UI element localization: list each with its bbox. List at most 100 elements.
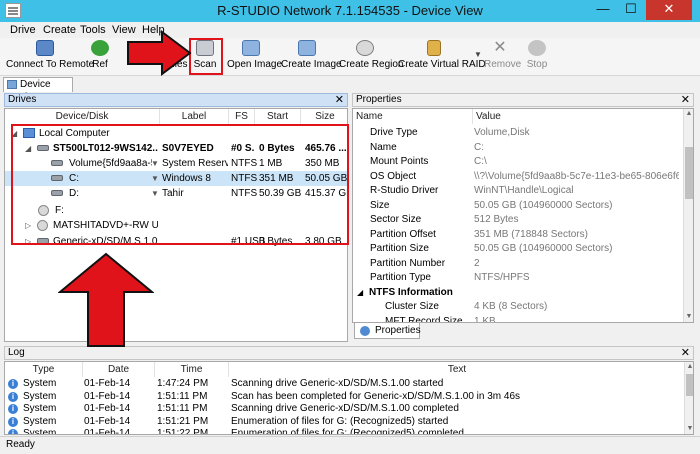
log-date: 01-Feb-14 (84, 415, 131, 427)
log-row[interactable]: i System 01-Feb-14 1:51:11 PM Scan has been … (5, 391, 685, 404)
scroll-down-icon[interactable]: ▼ (684, 312, 693, 322)
property-row[interactable]: Sector Size 512 Bytes (353, 213, 679, 228)
property-name: OS Object (370, 170, 417, 182)
toolbar: Connect To Remote Ref Files Scan Open Im… (0, 38, 700, 76)
col-start[interactable]: Start (255, 109, 301, 124)
col-log-type[interactable]: Type (5, 362, 83, 377)
col-fs[interactable]: FS (229, 109, 255, 124)
open-image-button[interactable]: Open Image (227, 40, 282, 74)
property-name: Cluster Size (385, 301, 439, 312)
log-panel-header: Log ✕ (4, 346, 694, 360)
collapse-triangle-icon[interactable]: ◢ (357, 286, 363, 300)
col-log-date[interactable]: Date (83, 362, 155, 377)
drives-panel-header: Drives ✕ (4, 93, 348, 107)
property-row[interactable]: Partition Type NTFS/HPFS (353, 271, 679, 286)
col-prop-value[interactable]: Value (473, 109, 683, 124)
col-log-text[interactable]: Text (229, 362, 685, 377)
scroll-up-icon[interactable]: ▲ (685, 362, 693, 372)
properties-scrollbar[interactable]: ▲ ▼ (683, 109, 693, 322)
property-row[interactable]: Name C: (353, 141, 679, 156)
col-prop-name[interactable]: Name (353, 109, 473, 124)
minimize-button[interactable]: — (590, 0, 616, 20)
menu-create[interactable]: Create (43, 24, 76, 36)
scroll-thumb[interactable] (686, 374, 693, 396)
property-name: Drive Type (370, 127, 418, 138)
create-image-button[interactable]: Create Image (281, 40, 342, 74)
create-image-icon (298, 40, 316, 56)
property-name: MFT Record Size (385, 315, 463, 323)
property-value: 50.05 GB (104960000 Sectors) (474, 199, 613, 211)
scroll-down-icon[interactable]: ▼ (685, 424, 693, 434)
annotation-arrow-right (127, 30, 192, 76)
property-row[interactable]: Mount Points C:\ (353, 155, 679, 170)
properties-panel-title: Properties (356, 94, 402, 105)
property-value: 50.05 GB (104960000 Sectors) (474, 243, 613, 254)
remove-label: Remove (484, 59, 522, 70)
property-name: NTFS Information (369, 286, 453, 298)
device-view-icon (7, 80, 17, 89)
property-row[interactable]: MFT Record Size 1 KB (353, 315, 679, 323)
scroll-up-icon[interactable]: ▲ (684, 109, 693, 119)
log-scrollbar[interactable]: ▲ ▼ (684, 362, 693, 434)
col-size[interactable]: Size (301, 109, 347, 124)
create-region-label: Create Region (339, 59, 404, 70)
scroll-thumb[interactable] (685, 147, 693, 199)
raid-dropdown-arrow-icon[interactable]: ▼ (474, 50, 482, 59)
property-row[interactable]: R-Studio Driver WinNT\Handle\Logical (353, 184, 679, 199)
refresh-button[interactable]: Ref (88, 40, 112, 74)
property-row[interactable]: ◢ NTFS Information (353, 286, 679, 301)
property-value: C: (474, 141, 484, 153)
create-virtual-raid-button[interactable]: Create Virtual RAID (398, 40, 486, 74)
property-row[interactable]: Partition Size 50.05 GB (104960000 Sector… (353, 242, 679, 257)
menu-drive[interactable]: Drive (10, 24, 36, 36)
connect-to-remote-button[interactable]: Connect To Remote (6, 40, 94, 74)
tab-properties[interactable]: Properties (354, 323, 421, 339)
property-value: 4 KB (8 Sectors) (474, 301, 548, 312)
property-name: Size (370, 199, 390, 211)
log-date: 01-Feb-14 (84, 378, 131, 389)
property-row[interactable]: Drive Type Volume,Disk (353, 126, 679, 141)
scan-highlight-box (189, 38, 223, 75)
menu-tools[interactable]: Tools (80, 24, 106, 36)
stop-label: Stop (526, 59, 548, 70)
refresh-icon (91, 40, 109, 56)
menu-bar: Drive Create Tools View Help (0, 22, 700, 38)
drives-highlight-box (11, 124, 349, 245)
log-type: System (23, 428, 57, 435)
property-row[interactable]: Cluster Size 4 KB (8 Sectors) (353, 300, 679, 315)
log-panel: Type Date Time Text i System 01-Feb-14 1:47… (4, 361, 694, 435)
property-row[interactable]: OS Object \\?\Volume{5fd9aa8b-5c7e-11e3-b… (353, 170, 679, 185)
log-time: 1:51:21 PM (157, 415, 209, 427)
log-row[interactable]: i System 01-Feb-14 1:47:24 PM Scanning drive… (5, 378, 685, 391)
tab-device-view[interactable]: Device view (3, 77, 73, 103)
log-row[interactable]: i System 01-Feb-14 1:51:22 PM Enumeration of… (5, 428, 685, 435)
create-virtual-raid-label: Create Virtual RAID (398, 59, 486, 70)
log-panel-close-icon[interactable]: ✕ (681, 347, 690, 359)
create-region-button[interactable]: Create Region (339, 40, 404, 74)
col-log-time[interactable]: Time (155, 362, 229, 377)
property-value: \\?\Volume{5fd9aa8b-5c7e-11e3-be65-806e6… (474, 170, 679, 182)
log-row[interactable]: i System 01-Feb-14 1:51:21 PM Enumeration of… (5, 416, 685, 429)
maximize-button[interactable]: ☐ (618, 0, 644, 20)
property-name: Partition Type (370, 272, 431, 283)
log-row[interactable]: i System 01-Feb-14 1:51:11 PM Scanning drive… (5, 403, 685, 416)
property-value: C:\ (474, 156, 487, 167)
col-device-disk[interactable]: Device/Disk (5, 109, 160, 124)
property-row[interactable]: Partition Offset 351 MB (718848 Sectors) (353, 228, 679, 243)
properties-panel-close-icon[interactable]: ✕ (681, 94, 690, 106)
remove-button[interactable]: ✕ Remove (484, 40, 522, 74)
drives-panel-close-icon[interactable]: ✕ (335, 94, 344, 106)
log-time: 1:51:11 PM (157, 390, 208, 402)
stop-button[interactable]: Stop (525, 40, 549, 74)
property-value: 512 Bytes (474, 214, 519, 225)
property-value: Volume,Disk (474, 127, 530, 138)
log-date: 01-Feb-14 (84, 390, 131, 402)
property-row[interactable]: Partition Number 2 (353, 257, 679, 272)
property-value: WinNT\Handle\Logical (474, 185, 574, 196)
status-text: Ready (6, 439, 35, 450)
log-text: Scanning drive Generic-xD/SD/M.S.1.00 co… (231, 403, 459, 414)
col-label[interactable]: Label (160, 109, 229, 124)
property-row[interactable]: Size 50.05 GB (104960000 Sectors) (353, 199, 679, 214)
property-value: 351 MB (718848 Sectors) (474, 228, 588, 240)
close-button[interactable]: ✕ (646, 0, 692, 20)
